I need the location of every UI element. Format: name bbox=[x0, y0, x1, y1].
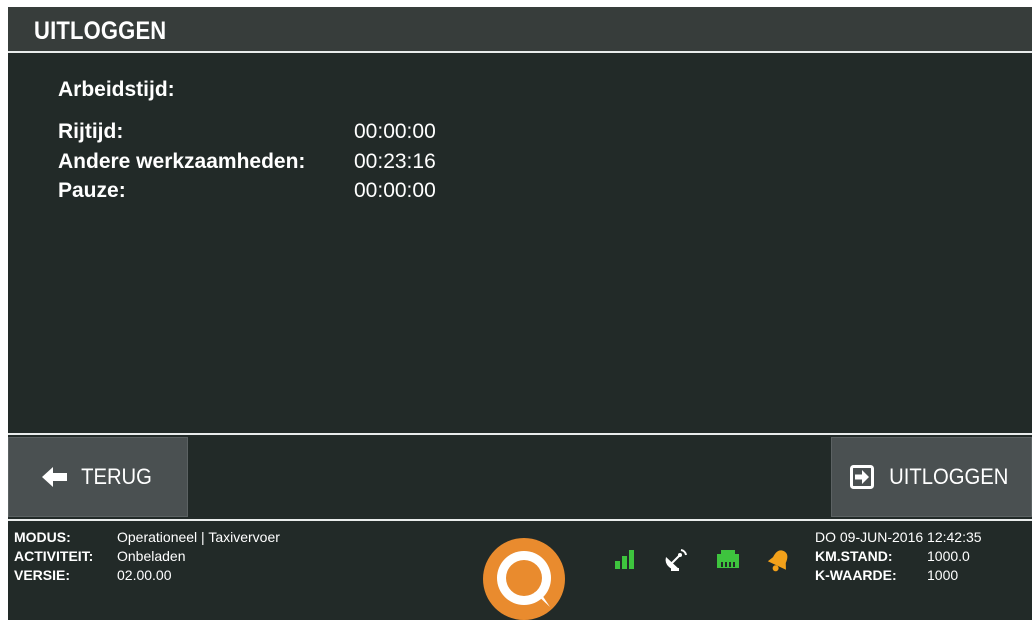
back-button-label: TERUG bbox=[80, 464, 152, 489]
status-bar: MODUS: Operationeel | Taxivervoer ACTIVI… bbox=[8, 519, 1032, 620]
status-label-modus: MODUS: bbox=[14, 529, 71, 545]
status-datetime: DO 09-JUN-2016 12:42:35 bbox=[815, 529, 982, 545]
divider bbox=[8, 433, 1032, 435]
arrow-left-icon bbox=[41, 467, 67, 487]
row-value-rijtijd: 00:00:00 bbox=[354, 120, 436, 143]
status-label-activiteit: ACTIVITEIT: bbox=[14, 548, 94, 564]
page-title: UITLOGGEN bbox=[34, 17, 167, 45]
row-value-pauze: 00:00:00 bbox=[354, 179, 436, 202]
worktime-summary: Arbeidstijd: Rijtijd: 00:00:00 Andere we… bbox=[8, 55, 1032, 433]
status-label-versie: VERSIE: bbox=[14, 567, 71, 583]
back-button[interactable]: TERUG bbox=[8, 437, 188, 517]
app-screen: UITLOGGEN Arbeidstijd: Rijtijd: 00:00:00… bbox=[8, 7, 1032, 620]
row-label-andere-werkzaamheden: Andere werkzaamheden: bbox=[58, 150, 306, 173]
status-label-kwaarde: K-WAARDE: bbox=[815, 567, 897, 583]
status-value-versie: 02.00.00 bbox=[117, 567, 172, 583]
satellite-dish-icon bbox=[665, 549, 687, 571]
status-value-activiteit: Onbeladen bbox=[117, 548, 186, 564]
summary-heading: Arbeidstijd: bbox=[58, 78, 175, 101]
title-bar: UITLOGGEN bbox=[8, 7, 1032, 53]
row-label-rijtijd: Rijtijd: bbox=[58, 120, 124, 143]
logout-icon bbox=[849, 465, 874, 489]
logout-button[interactable]: UITLOGGEN bbox=[831, 437, 1032, 517]
network-port-icon bbox=[717, 550, 739, 568]
status-value-modus: Operationeel | Taxivervoer bbox=[117, 529, 280, 545]
logout-button-label: UITLOGGEN bbox=[888, 464, 1009, 489]
status-value-kwaarde: 1000 bbox=[927, 567, 959, 583]
status-label-kmstand: KM.STAND: bbox=[815, 548, 893, 564]
bell-icon bbox=[767, 550, 788, 572]
app-logo bbox=[483, 538, 565, 620]
row-value-andere-werkzaamheden: 00:23:16 bbox=[354, 150, 436, 173]
row-label-pauze: Pauze: bbox=[58, 179, 126, 202]
signal-bars-icon bbox=[615, 550, 634, 569]
status-value-kmstand: 1000.0 bbox=[927, 548, 970, 564]
